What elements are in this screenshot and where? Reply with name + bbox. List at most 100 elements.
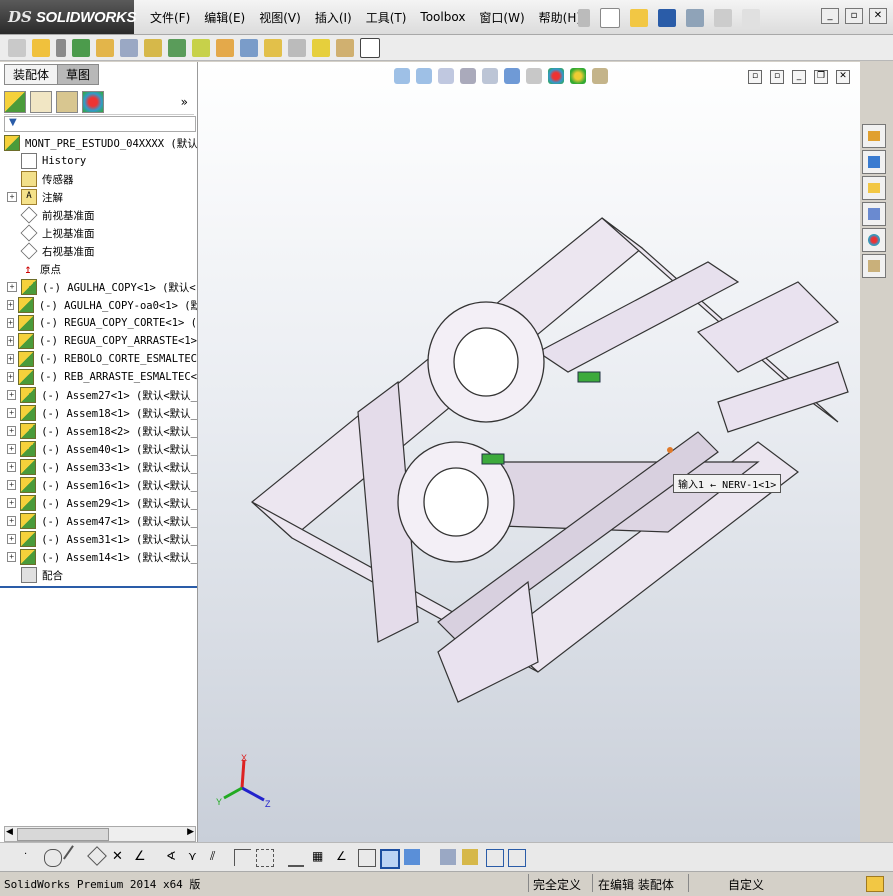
line-icon[interactable] [63, 845, 87, 869]
minimize-icon[interactable]: _ [821, 8, 839, 24]
tree-item[interactable]: MONT_PRE_ESTUDO_04XXXX (默认< [0, 134, 197, 152]
menu-file[interactable]: 文件(F) [150, 9, 190, 26]
expand-icon[interactable]: + [7, 336, 14, 346]
restore-icon[interactable]: ▫ [845, 8, 863, 24]
section-view-icon[interactable] [460, 68, 476, 84]
assembly-component-icon[interactable] [8, 38, 26, 57]
tree-item[interactable]: 传感器 [0, 170, 197, 188]
apply-scene-icon[interactable] [570, 68, 586, 84]
assembly-features-icon[interactable] [168, 38, 186, 57]
view-toggle-icon[interactable] [440, 849, 456, 865]
expand-icon[interactable]: + [7, 552, 17, 562]
expand-icon[interactable]: + [7, 426, 17, 436]
point-icon[interactable]: · [24, 849, 40, 865]
menu-toolbox[interactable]: Toolbox [420, 10, 465, 24]
shaded-display-icon[interactable] [404, 849, 420, 865]
tree-item[interactable]: + (-) REBOLO_CORTE_ESMALTEC [0, 350, 197, 368]
graphics-area[interactable]: ▫ ▫ _ ❐ ✕ 输入1 ← NERV-1<1> X Y Z [198, 62, 860, 842]
expand-icon[interactable]: + [7, 192, 17, 202]
menu-edit[interactable]: 编辑(E) [204, 9, 245, 26]
expand-icon[interactable]: + [7, 480, 17, 490]
tree-item[interactable]: + A 注解 [0, 188, 197, 206]
expand-icon[interactable]: + [7, 462, 17, 472]
expand-icon[interactable]: + [7, 516, 17, 526]
expand-icon[interactable]: + [7, 372, 14, 382]
tree-item[interactable]: + (-) Assem31<1> (默认<默认_ [0, 530, 197, 548]
corner-rectangle-icon[interactable] [234, 849, 251, 866]
instant3d-icon[interactable] [360, 37, 380, 58]
feature-manager-icon[interactable] [4, 91, 26, 113]
menu-help[interactable]: 帮助(H) [539, 9, 581, 26]
expand-icon[interactable]: + [7, 498, 17, 508]
reference-geometry-icon[interactable] [192, 38, 210, 57]
tab-assembly[interactable]: 装配体 [4, 64, 59, 85]
tree-item[interactable]: + (-) Assem18<2> (默认<默认_ [0, 422, 197, 440]
help-icon[interactable] [742, 9, 760, 27]
menu-view[interactable]: 视图(V) [259, 9, 301, 26]
print-icon[interactable] [686, 9, 704, 27]
tree-item[interactable]: + (-) Assem18<1> (默认<默认_ [0, 404, 197, 422]
edit-appearance-icon[interactable] [548, 68, 564, 84]
tree-item[interactable]: + (-) Assem29<1> (默认<默认_ [0, 494, 197, 512]
tree-item[interactable]: 前视基准面 [0, 206, 197, 224]
display-manager-icon[interactable] [82, 91, 104, 113]
assembly-model[interactable] [238, 202, 858, 722]
show-hidden-icon[interactable] [144, 38, 162, 57]
menu-tools[interactable]: 工具(T) [366, 9, 407, 26]
new-document-icon[interactable] [600, 8, 620, 28]
convert-entities-icon[interactable]: ⫽ [210, 849, 226, 865]
menu-insert[interactable]: 插入(I) [315, 9, 352, 26]
explode-line-sketch-icon[interactable] [288, 38, 306, 57]
circle-icon[interactable] [44, 849, 62, 867]
tree-item[interactable]: + (-) Assem27<1> (默认<默认_ [0, 386, 197, 404]
tree-item[interactable]: + (-) Assem40<1> (默认<默认_ [0, 440, 197, 458]
hide-show-items-icon[interactable] [526, 68, 542, 84]
tree-item[interactable]: History [0, 152, 197, 170]
tree-item[interactable]: + (-) REGUA_COPY_ARRASTE<1> [0, 332, 197, 350]
tree-item[interactable]: + (-) Assem47<1> (默认<默认_ [0, 512, 197, 530]
previous-view-icon[interactable] [438, 68, 454, 84]
save-icon[interactable] [658, 9, 676, 27]
grid-icon[interactable]: ▦ [312, 849, 328, 865]
insert-component-icon[interactable] [32, 38, 50, 57]
dimension-icon[interactable] [288, 849, 304, 867]
view-palette-icon[interactable] [862, 202, 886, 226]
mate-icon[interactable] [56, 38, 66, 57]
design-library-icon[interactable] [862, 150, 886, 174]
offset-icon[interactable]: ∢ [166, 849, 182, 865]
mate-callout[interactable]: 输入1 ← NERV-1<1> [673, 474, 782, 493]
expand-icon[interactable]: + [7, 390, 17, 400]
tree-horizontal-scrollbar[interactable]: ◀ ▶ [4, 826, 196, 842]
clearance-verification-icon[interactable] [336, 38, 354, 57]
component-pattern-icon[interactable] [72, 38, 90, 57]
bill-of-materials-icon[interactable] [240, 38, 258, 57]
tree-item[interactable]: + (-) Assem33<1> (默认<默认_ [0, 458, 197, 476]
polygon-icon[interactable] [87, 846, 107, 866]
tree-item[interactable]: ↥ 原点 [0, 260, 197, 278]
home-icon[interactable] [862, 124, 886, 148]
scroll-right-icon[interactable]: ▶ [187, 827, 194, 837]
more-tabs-icon[interactable]: » [181, 95, 188, 109]
trim-icon[interactable]: ✕ [112, 849, 128, 865]
doc-minimize-icon[interactable]: _ [792, 70, 806, 84]
expand-icon[interactable]: + [7, 534, 17, 544]
tree-item[interactable]: + (-) REB_ARRASTE_ESMALTEC< [0, 368, 197, 386]
view-orientation-icon[interactable] [482, 68, 498, 84]
custom-properties-icon[interactable] [862, 254, 886, 278]
window-tile-icon[interactable] [508, 849, 526, 867]
tree-item[interactable]: + (-) AGULHA_COPY<1> (默认< [0, 278, 197, 296]
expand-icon[interactable]: + [7, 318, 14, 328]
expand-icon[interactable]: + [7, 354, 14, 364]
new-motion-study-icon[interactable] [216, 38, 234, 57]
expand-icon[interactable]: + [7, 408, 17, 418]
undo-icon[interactable] [714, 9, 732, 27]
doc-restore-icon[interactable]: ❐ [814, 70, 828, 84]
tree-item[interactable]: 配合 [0, 566, 197, 584]
view-settings-icon[interactable] [592, 68, 608, 84]
expand-icon[interactable]: + [7, 300, 14, 310]
construction-geometry-icon[interactable] [256, 849, 274, 867]
filter-field[interactable]: ▼ [4, 116, 196, 132]
tree-item[interactable]: + (-) Assem14<1> (默认<默认_ [0, 548, 197, 566]
viewport-split2-icon[interactable]: ▫ [770, 70, 784, 84]
box-icon[interactable] [358, 849, 376, 867]
